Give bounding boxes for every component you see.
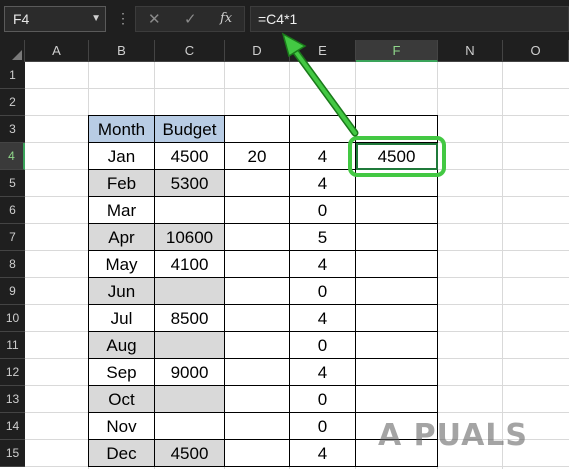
- annotation-arrow: [281, 32, 359, 137]
- arrow-head: [281, 32, 307, 58]
- watermark-logo: A PUALS: [378, 418, 529, 453]
